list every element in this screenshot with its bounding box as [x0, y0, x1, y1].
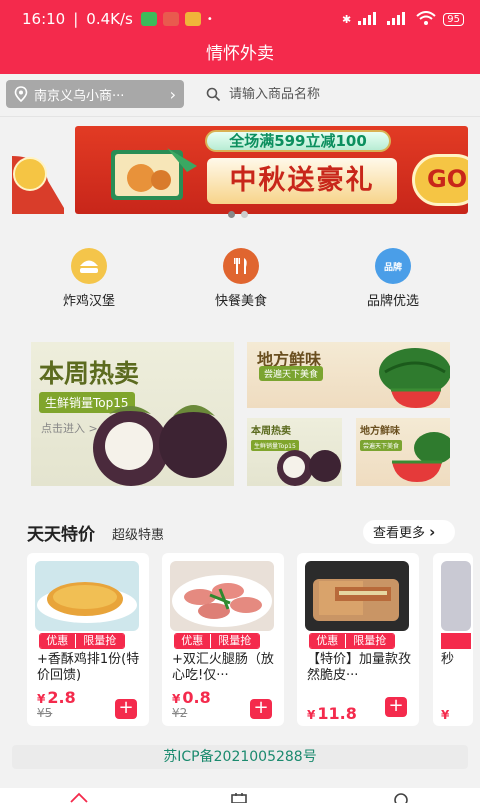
promo-local-fresh-small[interactable]: 地方鲜味 尝遍天下美食 — [356, 418, 450, 486]
mooncake-graphic — [111, 148, 197, 200]
chevron-right-icon: › — [169, 84, 176, 104]
original-price: ¥5 — [37, 706, 53, 720]
brand-icon: 品牌 — [375, 248, 411, 284]
battery-icon: 95 — [443, 12, 464, 26]
app-screen: 16:10 | 0.4K/s • ✱ 95 情怀外卖 南京义乌小商··· › 请… — [0, 0, 480, 803]
burger-icon — [71, 248, 107, 284]
location-pin-icon — [14, 86, 28, 102]
badge-discount: 优惠 — [175, 634, 210, 648]
see-more-button[interactable]: 查看更多 › — [363, 520, 455, 544]
promo-banner[interactable]: 全场满599立减100 中秋送豪礼 GO — [12, 126, 468, 218]
chevron-right-icon: › — [429, 523, 436, 541]
carousel-dots — [228, 211, 248, 218]
category-row: 炸鸡汉堡 快餐美食 品牌 品牌优选 — [0, 248, 480, 309]
carousel-dot — [228, 211, 235, 218]
badge-limited: 限量抢 — [74, 634, 124, 648]
orders-icon[interactable] — [230, 792, 248, 803]
location-selector[interactable]: 南京义乌小商··· › — [6, 80, 184, 108]
wifi-icon — [416, 10, 436, 28]
category-fried-chicken[interactable]: 炸鸡汉堡 — [34, 248, 144, 309]
app-notify-icon — [162, 12, 179, 26]
bluetooth-icon: ✱ — [342, 12, 352, 26]
product-price: ¥11.8 — [307, 704, 357, 723]
fork-knife-icon — [223, 248, 259, 284]
page-title: 情怀外卖 — [0, 38, 480, 74]
bottom-nav — [0, 788, 480, 803]
add-to-cart-button[interactable]: + — [385, 697, 407, 717]
product-name: +香酥鸡排1份(特价回馈) — [37, 652, 140, 683]
mangosteen-image — [277, 450, 341, 486]
banner-title: 中秋送豪礼 — [207, 158, 397, 204]
dot-icon: • — [206, 13, 213, 25]
search-icon — [206, 87, 221, 101]
product-image — [170, 561, 274, 631]
product-image — [305, 561, 409, 631]
product-price: ¥2.8 — [37, 688, 76, 707]
deal-card[interactable]: 优惠 限量抢 【特价】加量款孜然脆皮··· ¥11.8 + — [297, 553, 419, 726]
divider — [0, 116, 480, 117]
profile-icon[interactable] — [392, 792, 410, 803]
location-label: 南京义乌小商··· — [34, 88, 125, 104]
promo-title: 本周热卖 — [251, 426, 291, 437]
deal-card[interactable]: 优惠 限量抢 +双汇火腿肠（放心吃!仅··· ¥0.8 ¥2 + — [162, 553, 284, 726]
wechat-icon — [140, 12, 157, 26]
add-to-cart-button[interactable]: + — [250, 699, 272, 719]
banner-subtitle: 全场满599立减100 — [205, 130, 391, 152]
category-label: 炸鸡汉堡 — [62, 294, 115, 309]
search-input[interactable] — [229, 86, 449, 102]
category-brand[interactable]: 品牌 品牌优选 — [338, 248, 448, 309]
promo-title: 本周热卖 — [39, 359, 140, 388]
product-name: 秒 — [441, 652, 455, 667]
deal-card[interactable]: 秒 ¥ — [433, 553, 473, 726]
product-price: ¥ — [441, 708, 450, 722]
status-time: 16:10 — [22, 10, 66, 28]
promo-local-fresh[interactable]: 地方鲜味 尝遍天下美食 — [247, 342, 450, 408]
search-row: 南京义乌小商··· › — [0, 78, 480, 112]
status-bar: 16:10 | 0.4K/s • ✱ 95 — [0, 0, 480, 38]
promo-weekly-hot[interactable]: 本周热卖 生鲜销量Top15 点击进入 > — [31, 342, 234, 486]
search-bar[interactable] — [200, 80, 472, 108]
signal-icon-2 — [387, 11, 409, 28]
deal-badge — [441, 633, 471, 649]
product-image — [441, 561, 471, 631]
original-price: ¥2 — [172, 706, 188, 720]
home-icon[interactable] — [70, 792, 88, 803]
banner-go-badge: GO — [412, 154, 468, 206]
app-notify-icon-2 — [184, 12, 201, 26]
promo-weekly-hot-small[interactable]: 本周热卖 生鲜销量Top15 — [247, 418, 342, 486]
deal-badge: 优惠 限量抢 — [39, 633, 125, 649]
badge-limited: 限量抢 — [344, 634, 394, 648]
category-label: 品牌优选 — [366, 294, 419, 309]
watermelon-image — [379, 348, 450, 408]
badge-discount: 优惠 — [310, 634, 345, 648]
brand-icon-text: 品牌 — [383, 262, 402, 273]
product-image — [35, 561, 139, 631]
status-divider: | — [73, 10, 79, 28]
section-title: 天天特价 — [27, 525, 95, 545]
status-speed: 0.4K/s — [86, 10, 133, 28]
category-label: 快餐美食 — [214, 294, 267, 309]
badge-limited: 限量抢 — [209, 634, 259, 648]
deals-header: 天天特价 超级特惠 查看更多 › — [0, 520, 480, 546]
product-price: ¥0.8 — [172, 688, 211, 707]
mangosteen-image — [93, 405, 227, 486]
icp-footer: 苏ICP备2021005288号 — [12, 745, 468, 769]
watermelon-image — [392, 432, 450, 482]
badge-discount: 优惠 — [40, 634, 75, 648]
deal-badge: 优惠 限量抢 — [309, 633, 395, 649]
see-more-label: 查看更多 — [373, 526, 426, 541]
deal-card[interactable]: 优惠 限量抢 +香酥鸡排1份(特价回馈) ¥2.8 ¥5 + — [27, 553, 149, 726]
add-to-cart-button[interactable]: + — [115, 699, 137, 719]
signal-icon — [358, 11, 380, 28]
section-subtitle: 超级特惠 — [112, 528, 165, 543]
product-name: 【特价】加量款孜然脆皮··· — [307, 652, 412, 683]
carousel-dot — [241, 211, 248, 218]
product-name: +双汇火腿肠（放心吃!仅··· — [172, 652, 274, 683]
category-fast-food[interactable]: 快餐美食 — [186, 248, 296, 309]
deal-badge: 优惠 限量抢 — [174, 633, 260, 649]
promo-tag: 尝遍天下美食 — [259, 366, 324, 381]
